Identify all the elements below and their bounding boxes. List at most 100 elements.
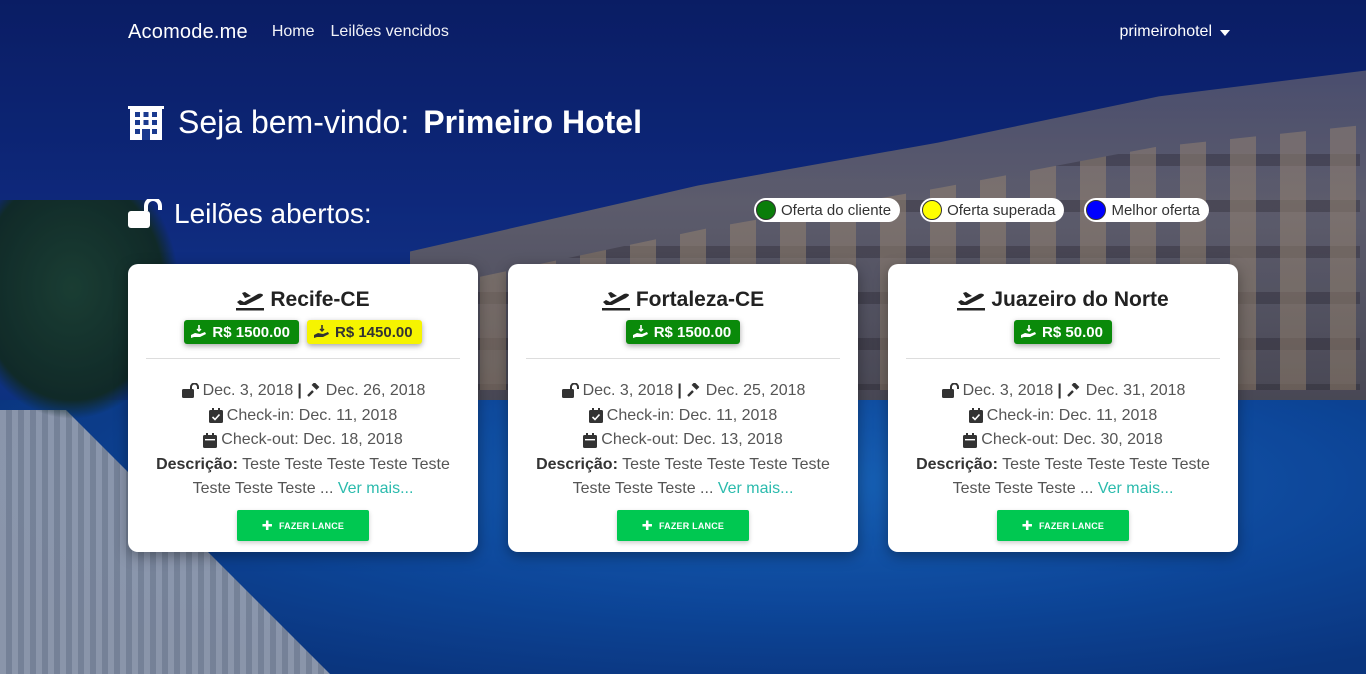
open-date: Dec. 3, 2018 xyxy=(582,382,674,399)
nav-link-home[interactable]: Home xyxy=(272,23,315,41)
unlock-icon xyxy=(181,383,199,399)
gavel-icon xyxy=(306,383,322,399)
bid-badge: R$ 1450.00 xyxy=(307,320,422,344)
plane-departure-icon xyxy=(236,289,265,311)
nav-link-won-auctions[interactable]: Leilões vencidos xyxy=(331,23,449,41)
bid-badges: R$ 1500.00 xyxy=(526,320,840,344)
calendar-icon xyxy=(963,432,978,448)
checkin-text: Check-in: Dec. 11, 2018 xyxy=(986,406,1158,424)
blue-dot-icon xyxy=(1086,200,1107,220)
welcome-heading: Seja bem-vindo: Primeiro Hotel xyxy=(128,104,642,141)
hand-dollar-icon xyxy=(632,325,649,339)
bid-value: R$ 50.00 xyxy=(1042,323,1103,341)
card-title: Fortaleza-CE xyxy=(526,286,840,314)
plane-departure-icon xyxy=(601,289,630,311)
calendar-check-icon xyxy=(588,408,603,424)
navbar: Acomode.me Home Leilões vencidos primeir… xyxy=(128,18,1230,46)
legend-item-best-offer: Melhor oferta xyxy=(1084,198,1209,222)
card-title: Juazeiro do Norte xyxy=(906,286,1220,314)
see-more-link[interactable]: Ver mais... xyxy=(338,480,414,497)
plane-departure-icon xyxy=(957,289,986,311)
open-auctions-heading: Leilões abertos: xyxy=(128,198,372,230)
checkin-line: Check-in: Dec. 11, 2018 xyxy=(146,404,460,429)
bid-badges: R$ 50.00 xyxy=(906,320,1220,344)
calendar-icon xyxy=(583,432,598,448)
open-date: Dec. 3, 2018 xyxy=(962,382,1054,399)
caret-down-icon xyxy=(1220,30,1230,36)
unlock-icon xyxy=(561,383,579,399)
bid-badge: R$ 1500.00 xyxy=(184,320,299,344)
divider xyxy=(906,358,1220,359)
gavel-icon xyxy=(686,383,702,399)
hotel-building-icon xyxy=(128,105,164,140)
gavel-icon xyxy=(1066,383,1082,399)
open-auctions-title: Leilões abertos: xyxy=(174,198,372,229)
checkout-text: Check-out: Dec. 18, 2018 xyxy=(221,431,403,448)
description-label: Descrição: xyxy=(156,455,238,473)
checkout-text: Check-out: Dec. 30, 2018 xyxy=(981,431,1163,448)
card-title: Recife-CE xyxy=(146,286,460,314)
bid-value: R$ 1500.00 xyxy=(653,323,732,341)
auction-dates: Dec. 3, 2018 | Dec. 31, 2018 xyxy=(906,379,1220,404)
plus-icon: ✚ xyxy=(1021,518,1033,533)
bid-badges: R$ 1500.00 R$ 1450.00 xyxy=(146,320,460,344)
close-date: Dec. 31, 2018 xyxy=(1085,382,1186,399)
legend-label: Oferta do cliente xyxy=(781,201,892,219)
divider xyxy=(526,358,840,359)
bid-value: R$ 1500.00 xyxy=(212,323,290,341)
checkin-text: Check-in: Dec. 11, 2018 xyxy=(226,406,398,424)
place-bid-button[interactable]: ✚ FAZER LANCE xyxy=(617,510,749,541)
unlock-icon xyxy=(128,199,162,229)
plus-icon: ✚ xyxy=(261,518,273,533)
card-city: Juazeiro do Norte xyxy=(991,288,1169,311)
bid-badge: R$ 50.00 xyxy=(1014,320,1112,344)
place-bid-label: FAZER LANCE xyxy=(1038,520,1105,531)
auction-cards: Recife-CE R$ 1500.00 R$ 1450.00 Dec. 3, … xyxy=(128,264,1238,552)
legend-item-outbid-offer: Oferta superada xyxy=(920,198,1065,222)
unlock-icon xyxy=(941,383,959,399)
open-date: Dec. 3, 2018 xyxy=(202,382,294,399)
legend-label: Oferta superada xyxy=(947,201,1056,219)
auction-card: Juazeiro do Norte R$ 50.00 Dec. 3, 2018 … xyxy=(888,264,1238,552)
description: Descrição: Teste Teste Teste Teste Teste… xyxy=(526,453,840,501)
divider xyxy=(146,358,460,359)
checkout-line: Check-out: Dec. 30, 2018 xyxy=(906,428,1220,453)
checkin-line: Check-in: Dec. 11, 2018 xyxy=(526,404,840,429)
legend-label: Melhor oferta xyxy=(1111,201,1200,219)
card-city: Fortaleza-CE xyxy=(635,288,765,311)
place-bid-button[interactable]: ✚ FAZER LANCE xyxy=(237,510,369,541)
yellow-dot-icon xyxy=(922,200,943,220)
auction-card: Recife-CE R$ 1500.00 R$ 1450.00 Dec. 3, … xyxy=(128,264,478,552)
legend: Oferta do cliente Oferta superada Melhor… xyxy=(754,198,1209,222)
place-bid-label: FAZER LANCE xyxy=(658,520,725,531)
checkout-line: Check-out: Dec. 18, 2018 xyxy=(146,428,460,453)
place-bid-label: FAZER LANCE xyxy=(278,520,345,531)
green-dot-icon xyxy=(756,200,776,220)
plus-icon: ✚ xyxy=(641,518,653,533)
description: Descrição: Teste Teste Teste Teste Teste… xyxy=(146,453,460,501)
hotel-name: Primeiro Hotel xyxy=(423,104,642,140)
calendar-icon xyxy=(203,432,218,448)
hand-dollar-icon xyxy=(191,325,207,339)
welcome-prefix: Seja bem-vindo: xyxy=(178,104,410,140)
hand-dollar-icon xyxy=(314,325,330,339)
brand-logo[interactable]: Acomode.me xyxy=(128,21,248,44)
see-more-link[interactable]: Ver mais... xyxy=(718,480,794,497)
user-menu-dropdown[interactable]: primeirohotel xyxy=(1120,23,1230,41)
calendar-check-icon xyxy=(208,408,223,424)
checkout-text: Check-out: Dec. 13, 2018 xyxy=(601,431,783,448)
description: Descrição: Teste Teste Teste Teste Teste… xyxy=(906,453,1220,501)
auction-dates: Dec. 3, 2018 | Dec. 26, 2018 xyxy=(146,379,460,404)
description-label: Descrição: xyxy=(536,455,618,473)
auction-dates: Dec. 3, 2018 | Dec. 25, 2018 xyxy=(526,379,840,404)
user-menu-label: primeirohotel xyxy=(1119,23,1212,40)
close-date: Dec. 26, 2018 xyxy=(325,382,426,399)
legend-item-client-offer: Oferta do cliente xyxy=(754,198,901,222)
checkin-text: Check-in: Dec. 11, 2018 xyxy=(606,406,778,424)
see-more-link[interactable]: Ver mais... xyxy=(1098,480,1174,497)
checkin-line: Check-in: Dec. 11, 2018 xyxy=(906,404,1220,429)
close-date: Dec. 25, 2018 xyxy=(705,382,806,399)
bid-badge: R$ 1500.00 xyxy=(625,320,741,344)
place-bid-button[interactable]: ✚ FAZER LANCE xyxy=(997,510,1129,541)
description-label: Descrição: xyxy=(916,455,998,473)
